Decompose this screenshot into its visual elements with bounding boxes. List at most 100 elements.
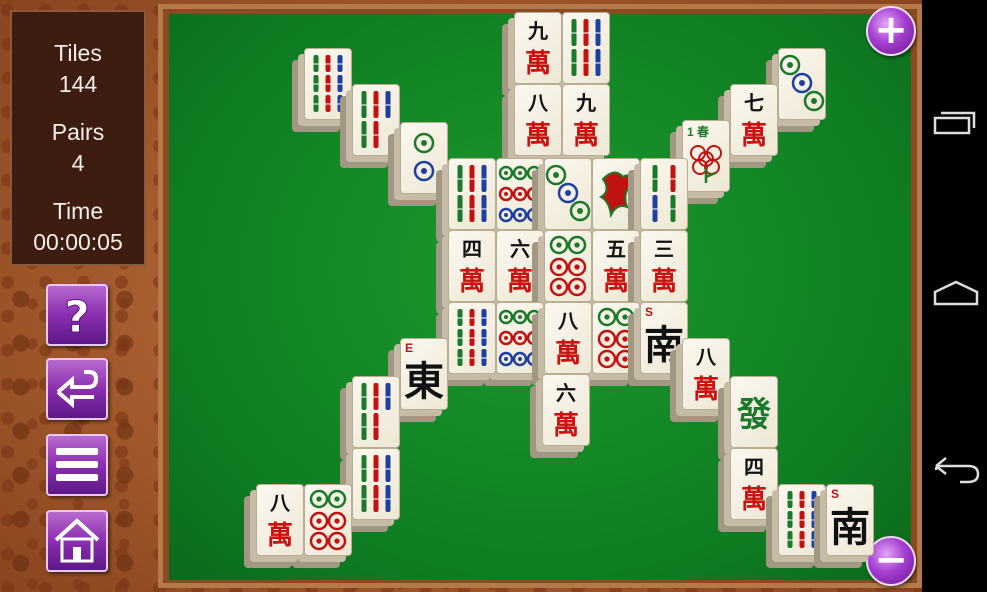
mahjong-tile[interactable]	[550, 12, 610, 96]
tile-face	[448, 158, 496, 230]
tile-number: 六	[556, 381, 576, 405]
tile-face	[304, 484, 352, 556]
mahjong-tile[interactable]	[628, 158, 688, 242]
tile-number: 三	[654, 237, 674, 261]
back-icon[interactable]	[934, 457, 980, 484]
tile-suit: 萬	[552, 411, 579, 441]
mahjong-tile[interactable]: 八萬	[532, 302, 592, 386]
mahjong-tile[interactable]	[436, 158, 496, 242]
zoom-in-button[interactable]: +	[866, 6, 916, 56]
android-home-icon[interactable]	[933, 280, 979, 306]
pairs-value: 4	[71, 150, 85, 176]
tile-face	[562, 12, 610, 84]
circle-suit-icon	[545, 164, 591, 222]
tile-face	[544, 158, 592, 230]
circle-suit-icon	[779, 54, 825, 112]
tile-number: 七	[744, 91, 764, 115]
dragon-symbol: 發	[737, 395, 771, 435]
bamboo-suit-icon	[457, 165, 487, 222]
tile-face: 七萬	[730, 84, 778, 156]
zoom-out-icon: −	[874, 537, 908, 583]
mahjong-tile[interactable]: 六萬	[530, 374, 590, 458]
time-value: 00:00:05	[33, 229, 123, 255]
mahjong-tile[interactable]: 四萬	[436, 230, 496, 314]
mahjong-tile[interactable]	[766, 48, 826, 132]
mahjong-tile[interactable]	[340, 448, 400, 532]
tile-number: 八	[528, 91, 548, 115]
bamboo-suit-icon	[571, 19, 601, 76]
recent-apps-icon[interactable]	[933, 111, 976, 135]
help-icon: ?	[64, 292, 91, 344]
tile-face: 三萬	[640, 230, 688, 302]
tile-corner-label: 1 春	[687, 125, 710, 139]
tile-face: 四萬	[448, 230, 496, 302]
tile-face: 八萬	[544, 302, 592, 374]
tile-suit: 萬	[458, 267, 485, 297]
mahjong-tile[interactable]: 九萬	[550, 84, 610, 168]
tile-face: S南	[826, 484, 874, 556]
mahjong-tile[interactable]: 九萬	[502, 12, 562, 96]
tile-number: 四	[462, 237, 482, 261]
zoom-in-icon: +	[874, 7, 908, 53]
tile-face	[352, 376, 400, 448]
tile-suit: 萬	[740, 121, 767, 151]
menu-button[interactable]	[46, 434, 108, 496]
bamboo-suit-icon	[361, 455, 391, 512]
tile-number: 八	[696, 345, 716, 369]
mahjong-tile[interactable]: 八萬	[244, 484, 304, 568]
time-label: Time	[52, 198, 104, 224]
tile-face: 九萬	[562, 84, 610, 156]
bamboo-suit-icon	[652, 165, 676, 222]
tile-number: 四	[744, 455, 764, 479]
svg-text:?: ?	[64, 292, 90, 343]
menu-icon	[56, 448, 98, 481]
tile-number: 八	[558, 309, 578, 333]
tile-face: E東	[400, 338, 448, 410]
tile-face	[544, 230, 592, 302]
wind-symbol: 東	[404, 359, 444, 405]
tile-suit: 萬	[524, 49, 551, 79]
wind-symbol: 南	[830, 505, 870, 551]
circle-suit-icon	[549, 235, 587, 297]
tile-number: 九	[576, 91, 596, 115]
tile-face: 六萬	[542, 374, 590, 446]
mahjong-tile[interactable]	[532, 158, 592, 242]
mahjong-tile[interactable]	[292, 484, 352, 568]
bamboo-suit-icon	[457, 309, 487, 366]
tile-suit: 萬	[554, 339, 581, 369]
tile-number: 九	[528, 19, 548, 43]
mahjong-tile[interactable]: 七萬	[718, 84, 778, 168]
tile-face: 1 春	[682, 120, 730, 192]
stats-panel: Tiles 144 Pairs 4 Time 00:00:05	[10, 10, 146, 266]
mahjong-tile[interactable]: 三萬	[628, 230, 688, 314]
mahjong-tile[interactable]	[532, 230, 592, 314]
help-button[interactable]: ?	[46, 284, 108, 346]
tile-face	[778, 48, 826, 120]
pairs-label: Pairs	[51, 119, 105, 145]
tile-number: 八	[270, 491, 290, 515]
bamboo-suit-icon	[361, 383, 391, 440]
mahjong-tile[interactable]: 1 春	[670, 120, 730, 204]
tile-suit: 萬	[650, 267, 677, 297]
tile-face: 八萬	[514, 84, 562, 156]
tile-face: 八萬	[256, 484, 304, 556]
mahjong-tile[interactable]: 發	[718, 376, 778, 460]
tiles-label: Tiles	[54, 40, 102, 66]
undo-button[interactable]	[46, 358, 108, 420]
mahjong-tile[interactable]	[436, 302, 496, 386]
undo-icon	[56, 370, 99, 409]
mahjong-tile[interactable]: E東	[388, 338, 448, 422]
home-icon	[54, 518, 100, 563]
tile-suit: 萬	[572, 121, 599, 151]
tile-suit: 萬	[266, 521, 293, 551]
mahjong-tile[interactable]: 八萬	[502, 84, 562, 168]
mahjong-tile[interactable]	[340, 376, 400, 460]
mahjong-tile[interactable]: S南	[814, 484, 874, 568]
tile-face: 九萬	[514, 12, 562, 84]
tile-face: 發	[730, 376, 778, 448]
tile-face	[448, 302, 496, 374]
circle-suit-icon	[309, 489, 347, 551]
tiles-value: 144	[58, 71, 98, 97]
tile-face	[640, 158, 688, 230]
home-button[interactable]	[46, 510, 108, 572]
